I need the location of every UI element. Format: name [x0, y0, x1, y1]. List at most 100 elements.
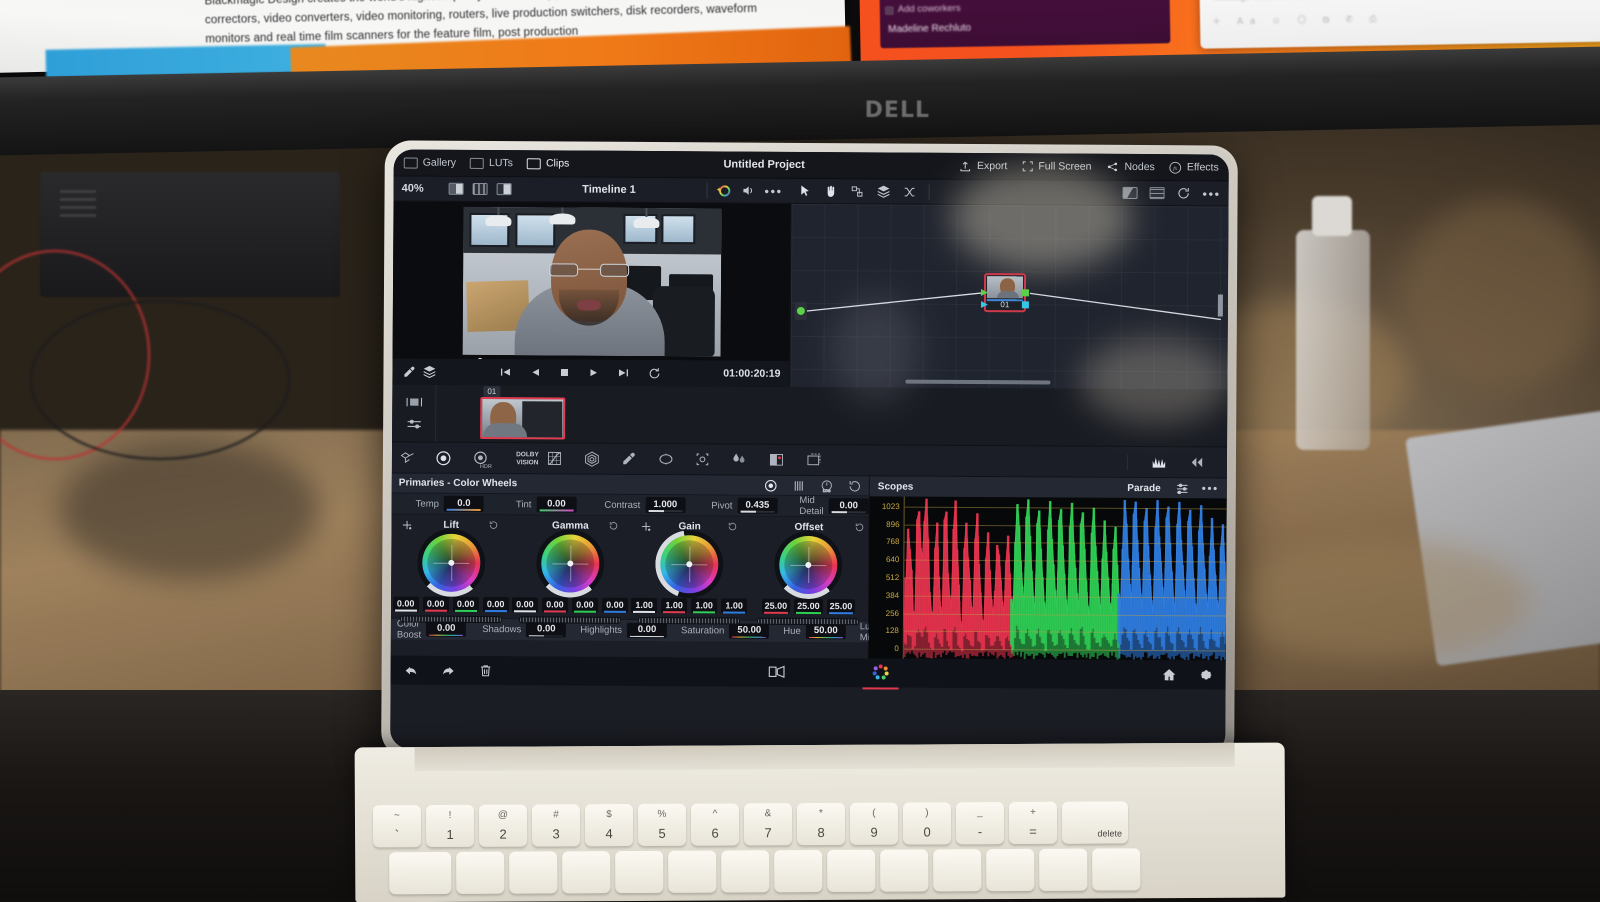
gain-color-wheel[interactable] — [660, 535, 718, 593]
stop-icon[interactable] — [558, 366, 570, 378]
play-icon[interactable] — [587, 367, 599, 379]
lift-reset-icon[interactable] — [489, 520, 499, 530]
lift-value-r[interactable]: 0.00 — [423, 597, 449, 612]
dolby-vision-icon[interactable]: DOLBY VISION — [509, 450, 546, 467]
more-icon[interactable]: ••• — [1202, 481, 1219, 495]
pivot-field[interactable]: Pivot 0.435 — [711, 498, 777, 514]
layers-icon[interactable] — [877, 184, 891, 198]
more-icon[interactable]: ••• — [1202, 186, 1220, 201]
home-icon[interactable] — [1162, 667, 1177, 682]
key-=[interactable]: += — [1009, 802, 1057, 844]
offset-reset-icon[interactable] — [855, 522, 865, 532]
key-0[interactable]: )0 — [903, 802, 951, 844]
gallery-button[interactable]: Gallery — [404, 157, 456, 169]
color-wheels-icon[interactable] — [435, 449, 472, 466]
key-2[interactable]: @2 — [479, 805, 527, 847]
qualifier-icon[interactable] — [620, 451, 657, 467]
key-4[interactable]: $4 — [585, 804, 633, 846]
undo-icon[interactable] — [403, 663, 419, 678]
key-1[interactable]: !1 — [426, 805, 474, 847]
lift-picker-icon[interactable] — [402, 520, 413, 531]
hue-field[interactable]: Hue 50.00 — [783, 624, 846, 640]
color-boost-value[interactable]: 0.00 — [426, 621, 466, 637]
timeline-name[interactable]: Timeline 1 — [521, 183, 698, 196]
key-6[interactable]: ^6 — [691, 803, 739, 845]
node-layout-icon[interactable] — [850, 185, 865, 198]
audio-icon[interactable] — [740, 184, 755, 198]
lift-value-y[interactable]: 0.00 — [393, 596, 419, 611]
pointer-icon[interactable] — [799, 184, 812, 198]
key--[interactable]: _- — [956, 802, 1004, 844]
zoom-level[interactable]: 40% — [402, 183, 440, 195]
hand-icon[interactable] — [824, 184, 838, 199]
edit-page-button[interactable] — [750, 660, 802, 685]
stereo-icon[interactable] — [1187, 455, 1205, 469]
gain-reset-icon[interactable] — [727, 521, 737, 531]
key-7[interactable]: &7 — [744, 803, 792, 845]
key-3[interactable]: #3 — [532, 804, 580, 846]
mid-detail-field[interactable]: Mid Detail 0.00 — [799, 495, 868, 517]
skip-end-icon[interactable] — [616, 367, 630, 379]
power-window-icon[interactable] — [657, 451, 694, 467]
image-wipe-icon[interactable] — [1122, 187, 1137, 199]
curves-icon[interactable] — [546, 450, 583, 466]
eyedropper-icon[interactable] — [401, 364, 415, 379]
clip-filter-icon[interactable] — [405, 396, 423, 409]
blur-icon[interactable] — [731, 452, 768, 468]
color-warper-icon[interactable] — [583, 450, 620, 467]
hdr-wheels-icon[interactable]: HDR — [472, 449, 509, 466]
temp-value[interactable]: 0.0 — [444, 496, 484, 512]
timeline-clip-thumbnail[interactable] — [480, 397, 565, 440]
lift-value-g[interactable]: 0.00 — [453, 597, 479, 612]
redo-icon[interactable] — [441, 663, 457, 678]
key-8[interactable]: *8 — [797, 803, 845, 845]
reset-icon[interactable] — [848, 479, 862, 493]
contrast-value[interactable]: 1.000 — [645, 497, 685, 513]
tint-field[interactable]: Tint 0.00 — [516, 496, 577, 512]
play-reverse-icon[interactable] — [529, 366, 541, 378]
offset-value-r[interactable]: 25.00 — [762, 599, 791, 614]
mid-detail-value[interactable]: 0.00 — [829, 498, 869, 514]
node-key-output-port[interactable] — [1022, 301, 1029, 308]
color-page-button[interactable] — [856, 660, 904, 685]
lift-value-b[interactable]: 0.00 — [483, 597, 509, 612]
wipe-view-icon[interactable] — [497, 183, 512, 195]
output-port[interactable] — [1218, 294, 1223, 316]
scopes-icon[interactable] — [1149, 455, 1167, 470]
gain-value-b[interactable]: 1.00 — [721, 598, 747, 613]
key-icon[interactable] — [768, 452, 805, 468]
timeline-clip-list[interactable]: 01 — [436, 385, 1227, 447]
gain-picker-icon[interactable] — [640, 521, 651, 532]
gamma-value-g[interactable]: 0.00 — [572, 598, 598, 613]
skip-start-icon[interactable] — [498, 366, 512, 378]
shadows-field[interactable]: Shadows 0.00 — [482, 622, 566, 638]
offset-value-g[interactable]: 25.00 — [794, 599, 823, 614]
source-port[interactable] — [795, 302, 807, 320]
wheels-mode-icon[interactable] — [764, 478, 778, 492]
sizing-icon[interactable] — [805, 452, 842, 468]
scope-mode-dropdown[interactable]: Parade — [1127, 482, 1160, 493]
key-delete[interactable]: delete — [1062, 801, 1128, 843]
gamma-value-b[interactable]: 0.00 — [602, 598, 628, 613]
export-button[interactable]: Export — [959, 159, 1007, 172]
saturation-value[interactable]: 50.00 — [729, 623, 769, 639]
key-9[interactable]: (9 — [850, 803, 898, 845]
settings-icon[interactable] — [1199, 667, 1214, 682]
node-01[interactable]: 01 — [984, 273, 1026, 312]
fullscreen-button[interactable]: Full Screen — [1021, 160, 1091, 172]
lift-color-wheel[interactable] — [422, 534, 480, 592]
clip-viewer[interactable]: 01:00:20:19 — [392, 201, 790, 386]
shuffle-icon[interactable] — [903, 185, 917, 198]
offset-value-b[interactable]: 25.00 — [827, 599, 856, 614]
layers-icon[interactable] — [422, 365, 436, 379]
gamma-value-r[interactable]: 0.00 — [542, 597, 568, 612]
tracker-icon[interactable] — [694, 451, 731, 467]
gamma-value-y[interactable]: 0.00 — [512, 597, 538, 612]
reset-node-icon[interactable] — [1176, 186, 1190, 200]
scope-settings-icon[interactable] — [1175, 481, 1190, 495]
sort-icon[interactable] — [405, 418, 423, 431]
highlights-field[interactable]: Highlights 0.00 — [580, 622, 667, 638]
scope-graph[interactable]: 1023 896 768 640 512 384 256 128 0 — [869, 496, 1227, 660]
trash-icon[interactable] — [479, 663, 493, 678]
offset-color-wheel[interactable] — [780, 536, 838, 594]
